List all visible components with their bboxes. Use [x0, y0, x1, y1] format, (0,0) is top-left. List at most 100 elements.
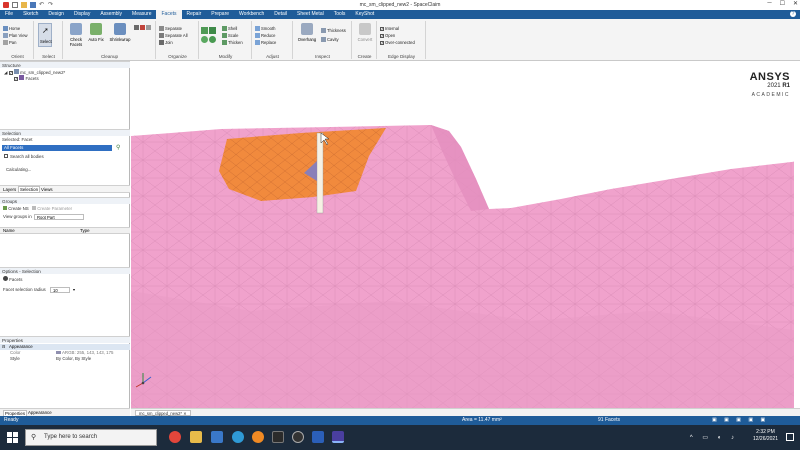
modify-icons-row2[interactable] — [201, 36, 217, 43]
tab-appearance[interactable]: Appearance — [28, 410, 52, 415]
structure-child[interactable]: ✓ Facets — [14, 75, 39, 82]
system-tray[interactable]: ^ ▭ ◐ ♪ — [690, 434, 738, 441]
chevron-down-icon[interactable]: ▾ — [73, 287, 75, 292]
overhang-icon — [301, 23, 313, 35]
checkbox-checked-icon: ✓ — [380, 27, 384, 31]
vertical-scrollbar[interactable] — [794, 61, 800, 408]
checkbox-checked-icon[interactable]: ✓ — [14, 77, 18, 81]
view-groups-select[interactable]: Root Part — [34, 214, 84, 220]
status-toolbar-icons[interactable]: ▣ ▣ ▣ ▣ ▣ — [712, 417, 768, 423]
tab-views[interactable]: Views — [41, 187, 53, 192]
smooth-button[interactable]: Smooth — [255, 26, 275, 32]
home-button[interactable]: Home — [3, 26, 20, 32]
reduce-icon — [255, 33, 260, 39]
tab-design[interactable]: Design — [43, 10, 69, 19]
separate-all-button[interactable]: Separate All — [159, 33, 188, 39]
clock[interactable]: 2:32 PM 12/26/2021 — [753, 429, 778, 443]
search-icon[interactable]: ⚲ — [116, 144, 120, 151]
edge-display-group-label: Edge Display — [387, 54, 416, 59]
ansys-logo: ANSYS 2021 R1 ACADEMIC — [750, 71, 790, 98]
edge-icon[interactable] — [232, 431, 244, 443]
internal-checkbox[interactable]: ✓Internal — [380, 26, 399, 31]
pan-button[interactable]: Pan — [3, 40, 16, 46]
tab-repair[interactable]: Repair — [182, 10, 207, 19]
reduce-button[interactable]: Reduce — [255, 33, 275, 39]
app-icon-dark[interactable] — [272, 431, 284, 443]
over-connected-checkbox[interactable]: ✓Over-connected — [380, 40, 415, 45]
firefox-icon[interactable] — [252, 431, 264, 443]
explorer-icon[interactable] — [190, 431, 202, 443]
separate-all-icon — [159, 33, 164, 39]
open-checkbox[interactable]: ✓Open — [380, 33, 395, 38]
join-button[interactable]: Join — [159, 40, 173, 46]
taskbar-search[interactable]: ⚲ Type here to search — [25, 429, 157, 446]
chrome-icon[interactable] — [169, 431, 181, 443]
word-icon[interactable] — [312, 431, 324, 443]
tab-tools[interactable]: Tools — [329, 10, 351, 19]
obs-icon[interactable] — [292, 431, 304, 443]
search-placeholder: Type here to search — [44, 434, 98, 440]
maximize-button[interactable]: ☐ — [780, 0, 785, 7]
orient-group-label: Orient — [11, 54, 24, 59]
notification-icon[interactable] — [786, 433, 794, 441]
groups-table-header: Name Type — [0, 227, 130, 234]
tab-facets[interactable]: Facets — [156, 10, 182, 19]
orient-group: Home Plan View Pan Orient — [2, 21, 34, 59]
collapse-icon[interactable]: ⊟ — [2, 344, 5, 350]
mesh-canvas[interactable] — [131, 61, 800, 408]
tab-sketch[interactable]: Sketch — [18, 10, 43, 19]
tab-file[interactable]: File — [0, 10, 18, 19]
cleanup-extra-buttons[interactable] — [134, 25, 152, 31]
selection-list-row[interactable]: All Facets — [2, 145, 112, 151]
tab-assembly[interactable]: Assembly — [95, 10, 127, 19]
facet-radius-input[interactable]: 10 — [50, 287, 70, 293]
plan-view-button[interactable]: Plan View — [3, 33, 28, 39]
tab-display[interactable]: Display — [69, 10, 95, 19]
checkbox-checked-icon: ✓ — [380, 34, 384, 38]
tab-selection[interactable]: Selection — [18, 186, 41, 193]
tab-detail[interactable]: Detail — [269, 10, 292, 19]
tab-sheet-metal[interactable]: Sheet Metal — [292, 10, 329, 19]
tab-layers[interactable]: Layers — [3, 187, 16, 192]
spaceclaim-icon[interactable] — [332, 431, 344, 443]
create-ns-button[interactable]: Create NS — [3, 206, 29, 212]
cavity-button[interactable]: Cavity — [321, 37, 339, 43]
green-sphere-icon — [201, 36, 208, 43]
create-parameter-button[interactable]: Create Parameter — [32, 206, 72, 212]
tab-measure[interactable]: Measure — [127, 10, 156, 19]
close-button[interactable]: ✕ — [793, 0, 798, 7]
tab-prepare[interactable]: Prepare — [206, 10, 234, 19]
thicken-button[interactable]: Thicken — [222, 40, 243, 46]
viewport[interactable]: ANSYS 2021 R1 ACADEMIC — [131, 61, 800, 408]
thickness-button[interactable]: Thickness — [321, 28, 346, 34]
scale-button[interactable]: Scale — [222, 33, 238, 39]
store-icon[interactable] — [211, 431, 223, 443]
shell-button[interactable]: Shell — [222, 26, 237, 32]
minimize-button[interactable]: ─ — [767, 0, 771, 7]
options-facets-item[interactable]: Facets — [3, 276, 22, 283]
separate-button[interactable]: Separate — [159, 26, 182, 32]
color-swatch — [56, 351, 61, 354]
auto-fix-icon — [90, 23, 102, 35]
organize-group-label: Organize — [168, 54, 187, 59]
modify-icons[interactable] — [201, 27, 217, 34]
home-icon — [3, 26, 8, 32]
plan-view-icon — [3, 33, 8, 39]
title-bar: ↶ ↷ mc_sm_clipped_new2 - SpaceClaim ─ ☐ … — [0, 0, 800, 10]
select-button[interactable]: ➚ Select — [38, 23, 52, 47]
replace-button[interactable]: Replace — [255, 40, 276, 46]
ribbon-tabs: File Sketch Design Display Assembly Meas… — [0, 10, 800, 19]
select-group-label: Select — [42, 54, 55, 59]
property-style-value[interactable]: By Color, By Style — [56, 356, 91, 362]
create-group-label: Create — [357, 54, 372, 59]
checkbox-checked-icon: ✓ — [380, 41, 384, 45]
tab-keyshot[interactable]: KeyShot — [350, 10, 379, 19]
part-icon — [13, 69, 19, 74]
cleanup-group: Check Facets Auto Fix Shrinkwrap Cleanup — [64, 21, 156, 59]
tab-workbench[interactable]: Workbench — [234, 10, 269, 19]
search-all-bodies-checkbox[interactable]: Search all bodies — [4, 154, 44, 160]
windows-start-icon[interactable] — [7, 432, 18, 443]
checkbox-checked-icon[interactable]: ✓ — [8, 71, 13, 75]
help-icon[interactable]: ? — [790, 11, 796, 17]
clock-time: 2:32 PM — [756, 429, 775, 435]
